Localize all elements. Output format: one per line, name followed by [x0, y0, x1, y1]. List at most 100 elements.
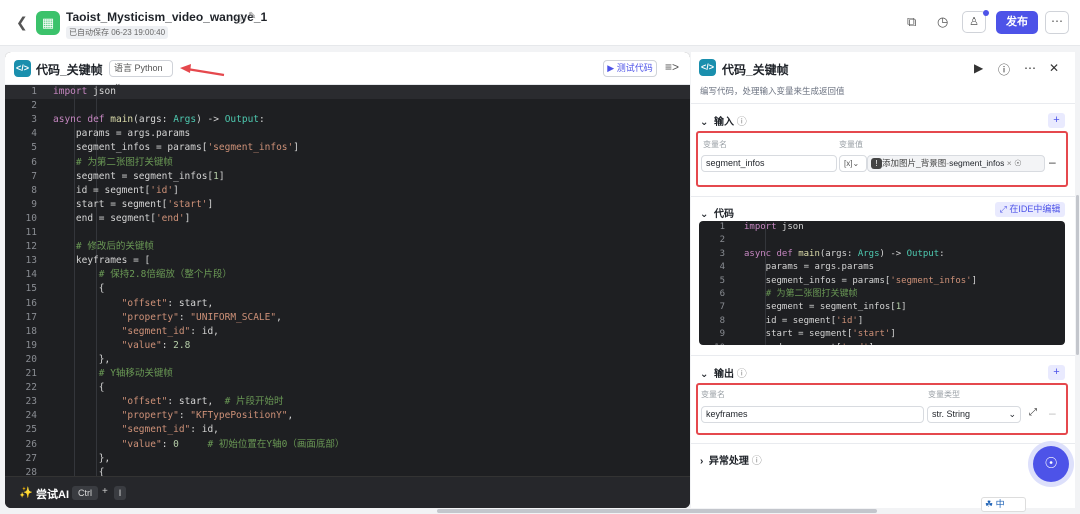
shortcut-plus: + [102, 486, 108, 497]
line-number: 10 [25, 212, 37, 224]
code-line: segment_infos = params['segment_infos'] [744, 275, 978, 286]
target-icon[interactable]: ☉ [1014, 158, 1022, 168]
exception-title: 异常处理 [708, 456, 749, 467]
output-col-name: 变量名 [701, 390, 725, 399]
run-icon[interactable]: ▶ [974, 61, 983, 75]
history-icon[interactable]: ◷ [937, 14, 948, 30]
input-section: ⌄ 输入 ⓘ + 变量名 变量值 segment_infos [x]⌄ ! 添加图… [691, 103, 1075, 196]
value-reference-field[interactable]: ! 添加图片_背景图-segment_infos × ☉ [867, 155, 1045, 172]
more-options-button[interactable]: ⋯ [1045, 11, 1069, 34]
line-number: 7 [719, 302, 725, 313]
code-icon: </> [14, 60, 31, 77]
line-number: 27 [25, 452, 37, 464]
line-number: 10 [699, 342, 725, 345]
line-number: 22 [25, 382, 37, 394]
expand-icon: ⤢ [999, 204, 1007, 214]
code-line: segment_infos = params['segment_infos'] [53, 142, 299, 154]
chevron-right-icon: › [700, 456, 704, 467]
info-icon: ⓘ [736, 369, 747, 380]
line-number: 9 [31, 198, 37, 210]
value-type-select[interactable]: [x]⌄ [839, 155, 867, 172]
line-number: 25 [25, 424, 37, 436]
collapse-panel-icon[interactable]: ≡> [665, 60, 679, 74]
line-number: 21 [25, 368, 37, 379]
clear-icon[interactable]: × [1007, 158, 1012, 168]
code-area[interactable]: 1import json2​3async def main(args: Args… [5, 85, 690, 476]
ime-label: 中 [995, 499, 1005, 509]
chevron-down-icon: ⌄ [852, 159, 860, 168]
close-icon[interactable]: ✕ [1049, 61, 1059, 75]
code-line: }, [53, 353, 111, 365]
code-line: # 为第二张图打关键帧 [75, 156, 173, 168]
line-number: 15 [25, 283, 37, 295]
edit-in-ide-label: 在IDE中编辑 [1009, 204, 1061, 214]
edit-in-ide-button[interactable]: ⤢ 在IDE中编辑 [995, 202, 1065, 217]
line-number: 23 [25, 396, 37, 408]
paw-icon: ☘ [985, 499, 994, 509]
panel-title: 代码_关键帧 [722, 63, 789, 77]
remove-output-icon[interactable]: – [1049, 406, 1056, 420]
broadcast-icon: ☉ [1044, 455, 1058, 472]
horizontal-scrollbar[interactable] [437, 509, 877, 513]
help-icon[interactable]: ⓘ [998, 61, 1010, 78]
code-node-icon: </> [699, 59, 716, 76]
edit-icon[interactable]: ✎ [248, 11, 256, 22]
expand-icon[interactable]: ⤢ [1029, 407, 1037, 418]
code-line: end = segment['end'] [53, 212, 191, 224]
code-line: "segment_id": id, [121, 424, 219, 436]
code-line: # 保持2.8倍缩放（整个片段） [98, 269, 232, 281]
input-col-value: 变量值 [839, 140, 863, 149]
ellipsis-icon[interactable]: ⋯ [1024, 61, 1036, 75]
code-line: "offset": start, [121, 297, 214, 309]
output-section-header[interactable]: ⌄ 输出 ⓘ [700, 365, 747, 380]
code-line: id = segment['id'] [53, 184, 179, 196]
info-icon[interactable]: ⓘ [236, 11, 246, 26]
remove-input-icon[interactable]: – [1049, 155, 1056, 169]
code-line: }, [53, 452, 111, 464]
exception-section-header[interactable]: › 异常处理 ⓘ [700, 452, 762, 467]
line-number: 7 [31, 170, 37, 182]
back-icon[interactable]: ❮ [16, 14, 28, 31]
ai-label: 尝试AI [36, 489, 69, 501]
add-output-button[interactable]: + [1048, 365, 1065, 380]
code-line: "value": 2.8 [121, 339, 191, 351]
ref-source: 添加图片_背景图 [882, 158, 947, 168]
code-preview[interactable]: 1import json2​3async def main(args: Args… [699, 221, 1065, 345]
ai-assist-bar[interactable]: ✨ 尝试AI Ctrl + I [5, 476, 690, 508]
language-select[interactable]: 语言 Python ⌄ [109, 60, 173, 88]
output-var-name-field[interactable]: keyframes [701, 406, 924, 423]
panel-description: 编写代码，处理输入变量来生成返回值 [700, 86, 845, 96]
output-type-select[interactable]: str. String ⌄ [927, 406, 1021, 423]
language-label: 语言 Python [114, 63, 163, 73]
annotation-arrow-icon [180, 64, 225, 77]
play-circle-icon: ▶ [607, 63, 615, 73]
test-code-label: 测试代码 [616, 63, 653, 73]
code-line: params = args.params [53, 128, 191, 140]
chevron-down-icon: ⌄ [700, 369, 709, 380]
code-line: segment = segment_infos[1] [744, 302, 907, 313]
code-line: { [53, 466, 105, 476]
add-input-button[interactable]: + [1048, 113, 1065, 128]
test-code-button[interactable]: ▶ 测试代码 [603, 60, 657, 77]
line-number: 1 [31, 86, 37, 97]
sparkle-icon: ✨ [19, 487, 33, 499]
line-number: 12 [25, 241, 37, 253]
line-number: 1 [719, 222, 725, 232]
copy-icon[interactable]: ⧉ [907, 14, 916, 30]
code-section-header[interactable]: ⌄ 代码 [700, 205, 734, 220]
workflow-icon: ▦ [36, 11, 60, 35]
publish-button[interactable]: 发布 [996, 11, 1038, 34]
output-section: ⌄ 输出 ⓘ + 变量名 变量类型 keyframes str. String ⌄… [691, 355, 1075, 443]
output-type-label: str. String [932, 409, 971, 419]
panel-scrollbar[interactable] [1076, 195, 1079, 355]
line-number: 14 [25, 269, 37, 281]
shortcut-key-ctrl: Ctrl [72, 486, 98, 500]
line-number: 24 [25, 410, 37, 422]
line-number: 16 [25, 297, 37, 309]
ime-indicator[interactable]: ☘ 中 [981, 497, 1026, 512]
line-number: 20 [25, 353, 37, 365]
input-var-name-field[interactable]: segment_infos [701, 155, 837, 172]
code-line: "segment_id": id, [121, 325, 219, 337]
input-section-header[interactable]: ⌄ 输入 ⓘ [700, 113, 747, 128]
assistant-fab[interactable]: ☉ [1033, 446, 1069, 482]
